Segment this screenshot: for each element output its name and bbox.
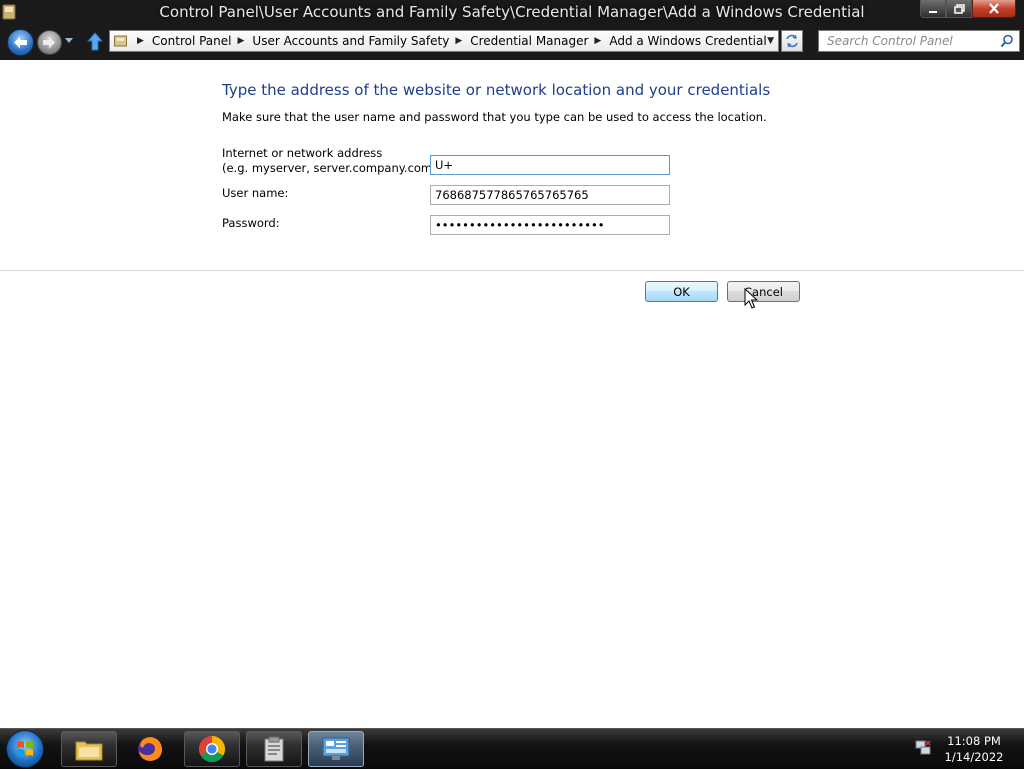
minimize-button[interactable]	[920, 0, 946, 18]
taskbar-chrome[interactable]	[184, 731, 240, 767]
clipboard-icon	[264, 736, 284, 762]
forward-arrow-icon	[43, 36, 55, 49]
address-bar[interactable]: ▶ Control Panel ▶ User Accounts and Fami…	[109, 30, 779, 52]
recent-pages-icon[interactable]	[64, 37, 74, 45]
up-arrow-icon[interactable]	[87, 32, 103, 52]
address-label-line1: Internet or network address	[222, 146, 383, 160]
divider	[0, 270, 1024, 271]
refresh-button[interactable]	[781, 30, 803, 52]
taskbar-credential-manager[interactable]	[308, 731, 364, 767]
breadcrumb-separator-icon[interactable]: ▶	[455, 36, 462, 46]
restore-icon	[953, 3, 965, 14]
restore-button[interactable]	[946, 0, 972, 18]
control-panel-window-icon	[322, 737, 350, 760]
search-box[interactable]	[818, 30, 1020, 52]
system-clock[interactable]: 11:08 PM 1/14/2022	[938, 733, 1010, 765]
close-button[interactable]	[972, 0, 1016, 18]
instructions-text: Make sure that the user name and passwor…	[222, 110, 767, 124]
navigation-bar: ▶ Control Panel ▶ User Accounts and Fami…	[0, 26, 1024, 60]
search-icon[interactable]	[1000, 34, 1014, 48]
folder-icon	[75, 741, 103, 761]
window-title: Control Panel\User Accounts and Family S…	[159, 3, 865, 21]
close-icon	[989, 3, 999, 14]
address-field[interactable]	[430, 155, 670, 175]
breadcrumb-separator-icon[interactable]: ▶	[594, 36, 601, 46]
password-label: Password:	[222, 216, 280, 230]
address-label: Internet or network address (e.g. myserv…	[222, 146, 441, 176]
breadcrumb-user-accounts[interactable]: User Accounts and Family Safety	[252, 34, 449, 48]
firefox-icon	[138, 737, 162, 761]
windows-logo-icon	[17, 741, 33, 756]
search-input[interactable]	[825, 33, 999, 49]
page-heading: Type the address of the website or netwo…	[222, 81, 771, 99]
breadcrumb-add-credential[interactable]: Add a Windows Credential	[609, 34, 766, 48]
clock-time: 11:08 PM	[947, 734, 1001, 748]
breadcrumb: ▶ Control Panel ▶ User Accounts and Fami…	[131, 34, 767, 48]
password-field[interactable]	[430, 215, 670, 235]
network-icon[interactable]	[914, 739, 932, 757]
breadcrumb-separator-icon[interactable]: ▶	[137, 36, 144, 46]
chrome-icon	[198, 735, 226, 763]
mouse-cursor-icon	[744, 288, 758, 309]
clock-date: 1/14/2022	[944, 750, 1004, 764]
username-label: User name:	[222, 186, 289, 200]
main-content: Type the address of the website or netwo…	[0, 60, 1024, 728]
taskbar-firefox[interactable]	[122, 731, 178, 767]
taskbar: 11:08 PM 1/14/2022	[0, 728, 1024, 769]
taskbar-control-panel[interactable]	[246, 731, 302, 767]
forward-button[interactable]	[37, 30, 62, 55]
start-button[interactable]	[6, 730, 44, 768]
breadcrumb-credential-manager[interactable]: Credential Manager	[470, 34, 588, 48]
minimize-icon	[929, 10, 937, 13]
refresh-icon	[786, 34, 798, 48]
breadcrumb-control-panel[interactable]: Control Panel	[152, 34, 232, 48]
back-button[interactable]	[7, 29, 34, 56]
window-controls	[920, 0, 1016, 20]
title-bar: Control Panel\User Accounts and Family S…	[0, 0, 1024, 26]
taskbar-windows-explorer[interactable]	[61, 731, 117, 767]
breadcrumb-separator-icon[interactable]: ▶	[238, 36, 245, 46]
cancel-button[interactable]: Cancel	[727, 281, 800, 302]
username-field[interactable]	[430, 185, 670, 205]
address-label-line2: (e.g. myserver, server.company.com):	[222, 161, 441, 175]
control-panel-icon	[114, 35, 127, 47]
ok-button[interactable]: OK	[645, 281, 718, 302]
back-arrow-icon	[14, 36, 27, 49]
address-dropdown-icon[interactable]: ▼	[767, 36, 774, 46]
